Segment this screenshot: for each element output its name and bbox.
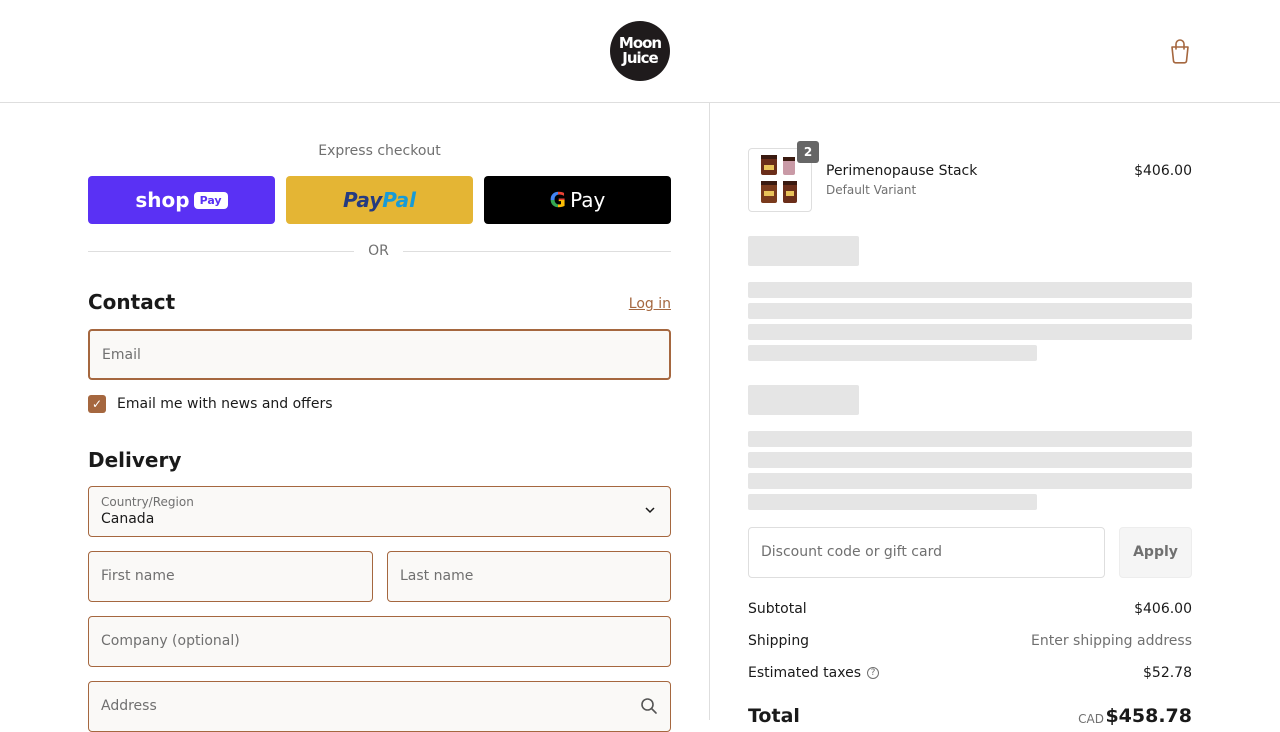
product-variant: Default Variant: [826, 183, 917, 197]
subtotal-value: $406.00: [1134, 601, 1192, 617]
last-name-placeholder: Last name: [400, 568, 474, 584]
first-name-field[interactable]: First name: [88, 551, 373, 602]
moon-juice-logo[interactable]: Moon Juice: [610, 21, 670, 81]
login-link[interactable]: Log in: [629, 296, 671, 312]
google-g-icon: G: [549, 188, 567, 212]
loading-placeholder-line: [748, 473, 1192, 489]
paypal-wordmark-pay: Pay: [342, 188, 383, 212]
contact-heading: Contact: [88, 290, 176, 314]
paypal-wordmark-pal: Pal: [382, 188, 417, 212]
or-label: OR: [368, 243, 389, 259]
taxes-value: $52.78: [1143, 665, 1192, 681]
or-separator: OR: [88, 243, 671, 259]
shop-pay-button[interactable]: shop Pay: [88, 176, 275, 224]
country-value: Canada: [101, 511, 155, 527]
site-header: Moon Juice: [0, 0, 1280, 103]
discount-placeholder: Discount code or gift card: [761, 544, 942, 560]
loading-placeholder-line: [748, 345, 1037, 361]
address-field[interactable]: Address: [88, 681, 671, 732]
country-select[interactable]: Country/Region Canada: [88, 486, 671, 537]
or-line-left: [88, 251, 354, 252]
total-label: Total: [748, 705, 800, 727]
loading-placeholder-line: [748, 452, 1192, 468]
email-placeholder: Email: [102, 347, 141, 363]
shipping-value: Enter shipping address: [1031, 633, 1192, 649]
express-checkout-title: Express checkout: [318, 143, 441, 159]
news-offers-option[interactable]: ✓ Email me with news and offers: [88, 395, 333, 413]
shopping-bag-icon[interactable]: [1168, 38, 1192, 64]
delivery-heading: Delivery: [88, 448, 182, 472]
loading-placeholder-title: [748, 385, 859, 415]
country-label: Country/Region: [101, 495, 194, 509]
discount-code-input[interactable]: Discount code or gift card: [748, 527, 1105, 578]
or-line-right: [403, 251, 671, 252]
company-field[interactable]: Company (optional): [88, 616, 671, 667]
address-placeholder: Address: [101, 698, 157, 714]
company-placeholder: Company (optional): [101, 633, 240, 649]
total-currency: CAD: [1078, 712, 1104, 726]
news-offers-checkbox[interactable]: ✓: [88, 395, 106, 413]
apply-discount-button[interactable]: Apply: [1119, 527, 1192, 578]
google-pay-button[interactable]: G Pay: [484, 176, 671, 224]
logo-line-2: Juice: [622, 49, 658, 67]
shop-pay-wordmark: shop: [135, 188, 190, 212]
last-name-field[interactable]: Last name: [387, 551, 671, 602]
taxes-label-group: Estimated taxes?: [748, 665, 880, 681]
total-value: $458.78: [1105, 705, 1192, 727]
help-circle-icon[interactable]: ?: [867, 667, 880, 679]
taxes-label: Estimated taxes: [748, 665, 862, 681]
product-price: $406.00: [1134, 163, 1192, 179]
loading-placeholder-line: [748, 282, 1192, 298]
google-pay-label: Pay: [570, 188, 606, 212]
loading-placeholder-line: [748, 494, 1037, 510]
chevron-down-icon: [645, 507, 655, 514]
first-name-placeholder: First name: [101, 568, 175, 584]
email-field[interactable]: Email: [88, 329, 671, 380]
loading-placeholder-title: [748, 236, 859, 266]
loading-placeholder-line: [748, 431, 1192, 447]
paypal-button[interactable]: Pay Pal: [286, 176, 473, 224]
news-offers-label: Email me with news and offers: [117, 396, 333, 412]
product-name: Perimenopause Stack: [826, 163, 978, 179]
search-icon: [641, 698, 657, 714]
subtotal-label: Subtotal: [748, 601, 807, 617]
shipping-label: Shipping: [748, 633, 810, 649]
loading-placeholder-line: [748, 303, 1192, 319]
column-divider: [709, 103, 710, 720]
quantity-badge: 2: [797, 141, 819, 163]
shop-pay-badge: Pay: [193, 191, 228, 209]
loading-placeholder-line: [748, 324, 1192, 340]
